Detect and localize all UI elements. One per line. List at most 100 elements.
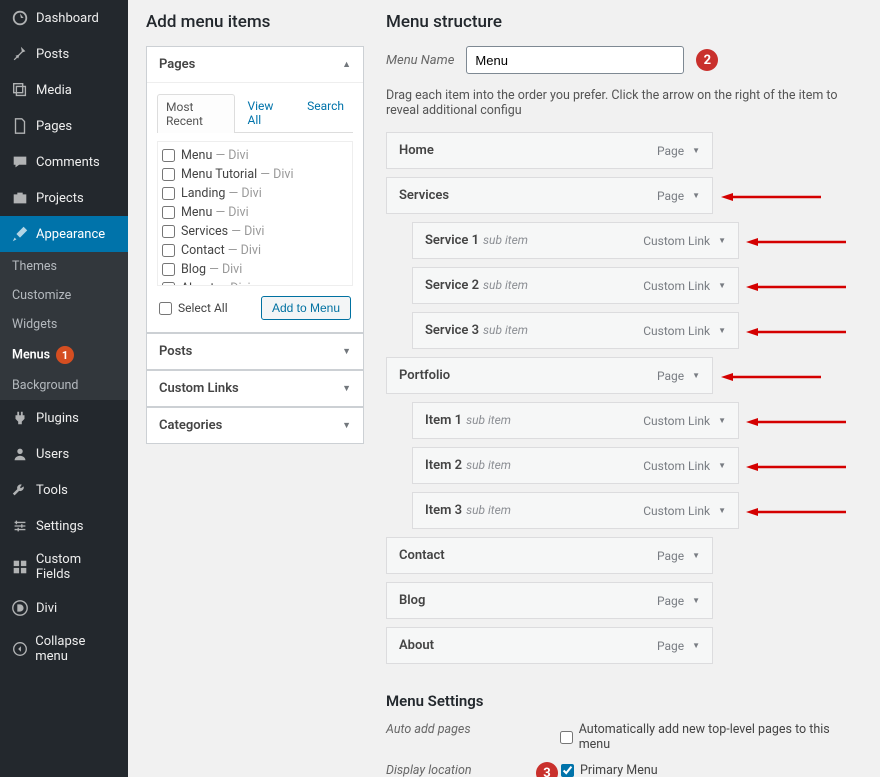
page-checkbox[interactable]: [162, 187, 175, 200]
menu-item-title: About: [399, 638, 434, 653]
menu-item-item-2[interactable]: Item 2sub itemCustom Link▼: [412, 447, 739, 484]
pages-box-header[interactable]: Pages ▲: [147, 47, 363, 83]
dashboard-icon: [10, 8, 30, 28]
expand-icon[interactable]: ▼: [692, 641, 700, 650]
sidebar-item-plugins[interactable]: Plugins: [0, 400, 128, 436]
expand-icon[interactable]: ▼: [718, 461, 726, 470]
expand-icon[interactable]: ▼: [692, 371, 700, 380]
menu-item-service-3[interactable]: Service 3sub itemCustom Link▼: [412, 312, 739, 349]
posts-metabox: Posts▼: [146, 333, 364, 370]
sidebar-label: Settings: [36, 519, 83, 534]
sidebar-item-appearance[interactable]: Appearance: [0, 216, 128, 252]
sidebar-label: Dashboard: [36, 11, 99, 26]
menu-structure-column: Menu structure Menu Name 2 Drag each ite…: [386, 12, 862, 777]
page-checkbox[interactable]: [162, 149, 175, 162]
box-header[interactable]: Posts▼: [147, 334, 363, 369]
categories-metabox: Categories▼: [146, 407, 364, 444]
tab-most-recent[interactable]: Most Recent: [157, 94, 235, 133]
menu-item-type: Custom Link: [643, 504, 710, 518]
select-all-checkbox[interactable]: [159, 302, 172, 315]
expand-icon[interactable]: ▼: [692, 596, 700, 605]
menu-item-contact[interactable]: ContactPage▼: [386, 537, 713, 574]
sidebar-label: Media: [36, 83, 72, 98]
sub-item-label: sub item: [483, 233, 528, 247]
expand-icon[interactable]: ▼: [718, 236, 726, 245]
tools-icon: [10, 480, 30, 500]
menu-item-service-2[interactable]: Service 2sub itemCustom Link▼: [412, 267, 739, 304]
menu-item-blog[interactable]: BlogPage▼: [386, 582, 713, 619]
expand-icon[interactable]: ▼: [692, 551, 700, 560]
menu-item-services[interactable]: ServicesPage▼: [386, 177, 713, 214]
page-checkbox[interactable]: [162, 206, 175, 219]
menu-item-service-1[interactable]: Service 1sub itemCustom Link▼: [412, 222, 739, 259]
page-list-item[interactable]: About — Divi: [162, 279, 348, 286]
page-list-item[interactable]: Menu Tutorial — Divi: [162, 165, 348, 184]
menu-item-item-1[interactable]: Item 1sub itemCustom Link▼: [412, 402, 739, 439]
add-to-menu-button[interactable]: Add to Menu: [261, 296, 351, 320]
sidebar-item-divi[interactable]: Divi: [0, 590, 128, 626]
auto-add-option[interactable]: Automatically add new top-level pages to…: [560, 722, 862, 752]
sidebar-item-pages[interactable]: Pages: [0, 108, 128, 144]
sidebar-item-tools[interactable]: Tools: [0, 472, 128, 508]
plugin-icon: [10, 408, 30, 428]
submenu-item-widgets[interactable]: Widgets: [0, 310, 128, 339]
comment-icon: [10, 152, 30, 172]
sidebar-item-comments[interactable]: Comments: [0, 144, 128, 180]
sidebar-item-settings[interactable]: Settings: [0, 508, 128, 544]
expand-icon[interactable]: ▼: [718, 281, 726, 290]
sidebar-item-collapse-menu[interactable]: Collapse menu: [0, 626, 128, 672]
page-checkbox[interactable]: [162, 225, 175, 238]
page-list-item[interactable]: Menu — Divi: [162, 146, 348, 165]
location-option-primary-menu[interactable]: Primary Menu: [561, 763, 673, 777]
submenu-item-customize[interactable]: Customize: [0, 281, 128, 310]
menu-settings-section: Menu Settings Auto add pages Automatical…: [386, 692, 862, 777]
menu-item-portfolio[interactable]: PortfolioPage▼: [386, 357, 713, 394]
submenu-item-themes[interactable]: Themes: [0, 252, 128, 281]
page-name: Contact — Divi: [181, 243, 261, 258]
sidebar-item-custom-fields[interactable]: Custom Fields: [0, 544, 128, 590]
annotation-arrow: [746, 461, 846, 471]
tab-view-all[interactable]: View All: [239, 93, 295, 132]
expand-icon[interactable]: ▼: [718, 416, 726, 425]
page-list-item[interactable]: Contact — Divi: [162, 241, 348, 260]
menu-name-input[interactable]: [466, 46, 684, 74]
sidebar-label: Posts: [36, 47, 69, 62]
submenu-item-background[interactable]: Background: [0, 371, 128, 400]
menu-item-item-3[interactable]: Item 3sub itemCustom Link▼: [412, 492, 739, 529]
pages-list[interactable]: Menu — DiviMenu Tutorial — DiviLanding —…: [157, 141, 353, 286]
expand-icon[interactable]: ▼: [718, 506, 726, 515]
page-checkbox[interactable]: [162, 244, 175, 257]
page-list-item[interactable]: Blog — Divi: [162, 260, 348, 279]
sidebar-item-projects[interactable]: Projects: [0, 180, 128, 216]
page-checkbox[interactable]: [162, 263, 175, 276]
menu-item-title: Item 3: [425, 503, 462, 518]
structure-heading: Menu structure: [386, 12, 862, 32]
expand-icon[interactable]: ▼: [692, 191, 700, 200]
menu-item-about[interactable]: AboutPage▼: [386, 627, 713, 664]
sidebar-item-users[interactable]: Users: [0, 436, 128, 472]
page-list-item[interactable]: Menu — Divi: [162, 203, 348, 222]
annotation-arrow: [721, 191, 821, 201]
sidebar-label: Projects: [36, 191, 84, 206]
sidebar-item-media[interactable]: Media: [0, 72, 128, 108]
page-name: Services — Divi: [181, 224, 264, 239]
tab-search[interactable]: Search: [298, 93, 353, 132]
page-list-item[interactable]: Landing — Divi: [162, 184, 348, 203]
annotation-badge-1: 1: [56, 346, 74, 364]
submenu-item-menus[interactable]: Menus1: [0, 339, 128, 371]
location-checkbox[interactable]: [561, 764, 574, 777]
expand-icon[interactable]: ▼: [718, 326, 726, 335]
annotation-arrow: [746, 506, 846, 516]
select-all-label[interactable]: Select All: [159, 301, 228, 315]
triangle-down-icon: ▼: [342, 420, 351, 431]
menu-item-type: Custom Link: [643, 324, 710, 338]
expand-icon[interactable]: ▼: [692, 146, 700, 155]
box-header[interactable]: Custom Links▼: [147, 371, 363, 406]
page-checkbox[interactable]: [162, 168, 175, 181]
menu-item-home[interactable]: HomePage▼: [386, 132, 713, 169]
page-list-item[interactable]: Services — Divi: [162, 222, 348, 241]
auto-add-checkbox[interactable]: [560, 731, 573, 744]
sidebar-item-dashboard[interactable]: Dashboard: [0, 0, 128, 36]
box-header[interactable]: Categories▼: [147, 408, 363, 443]
sidebar-item-posts[interactable]: Posts: [0, 36, 128, 72]
